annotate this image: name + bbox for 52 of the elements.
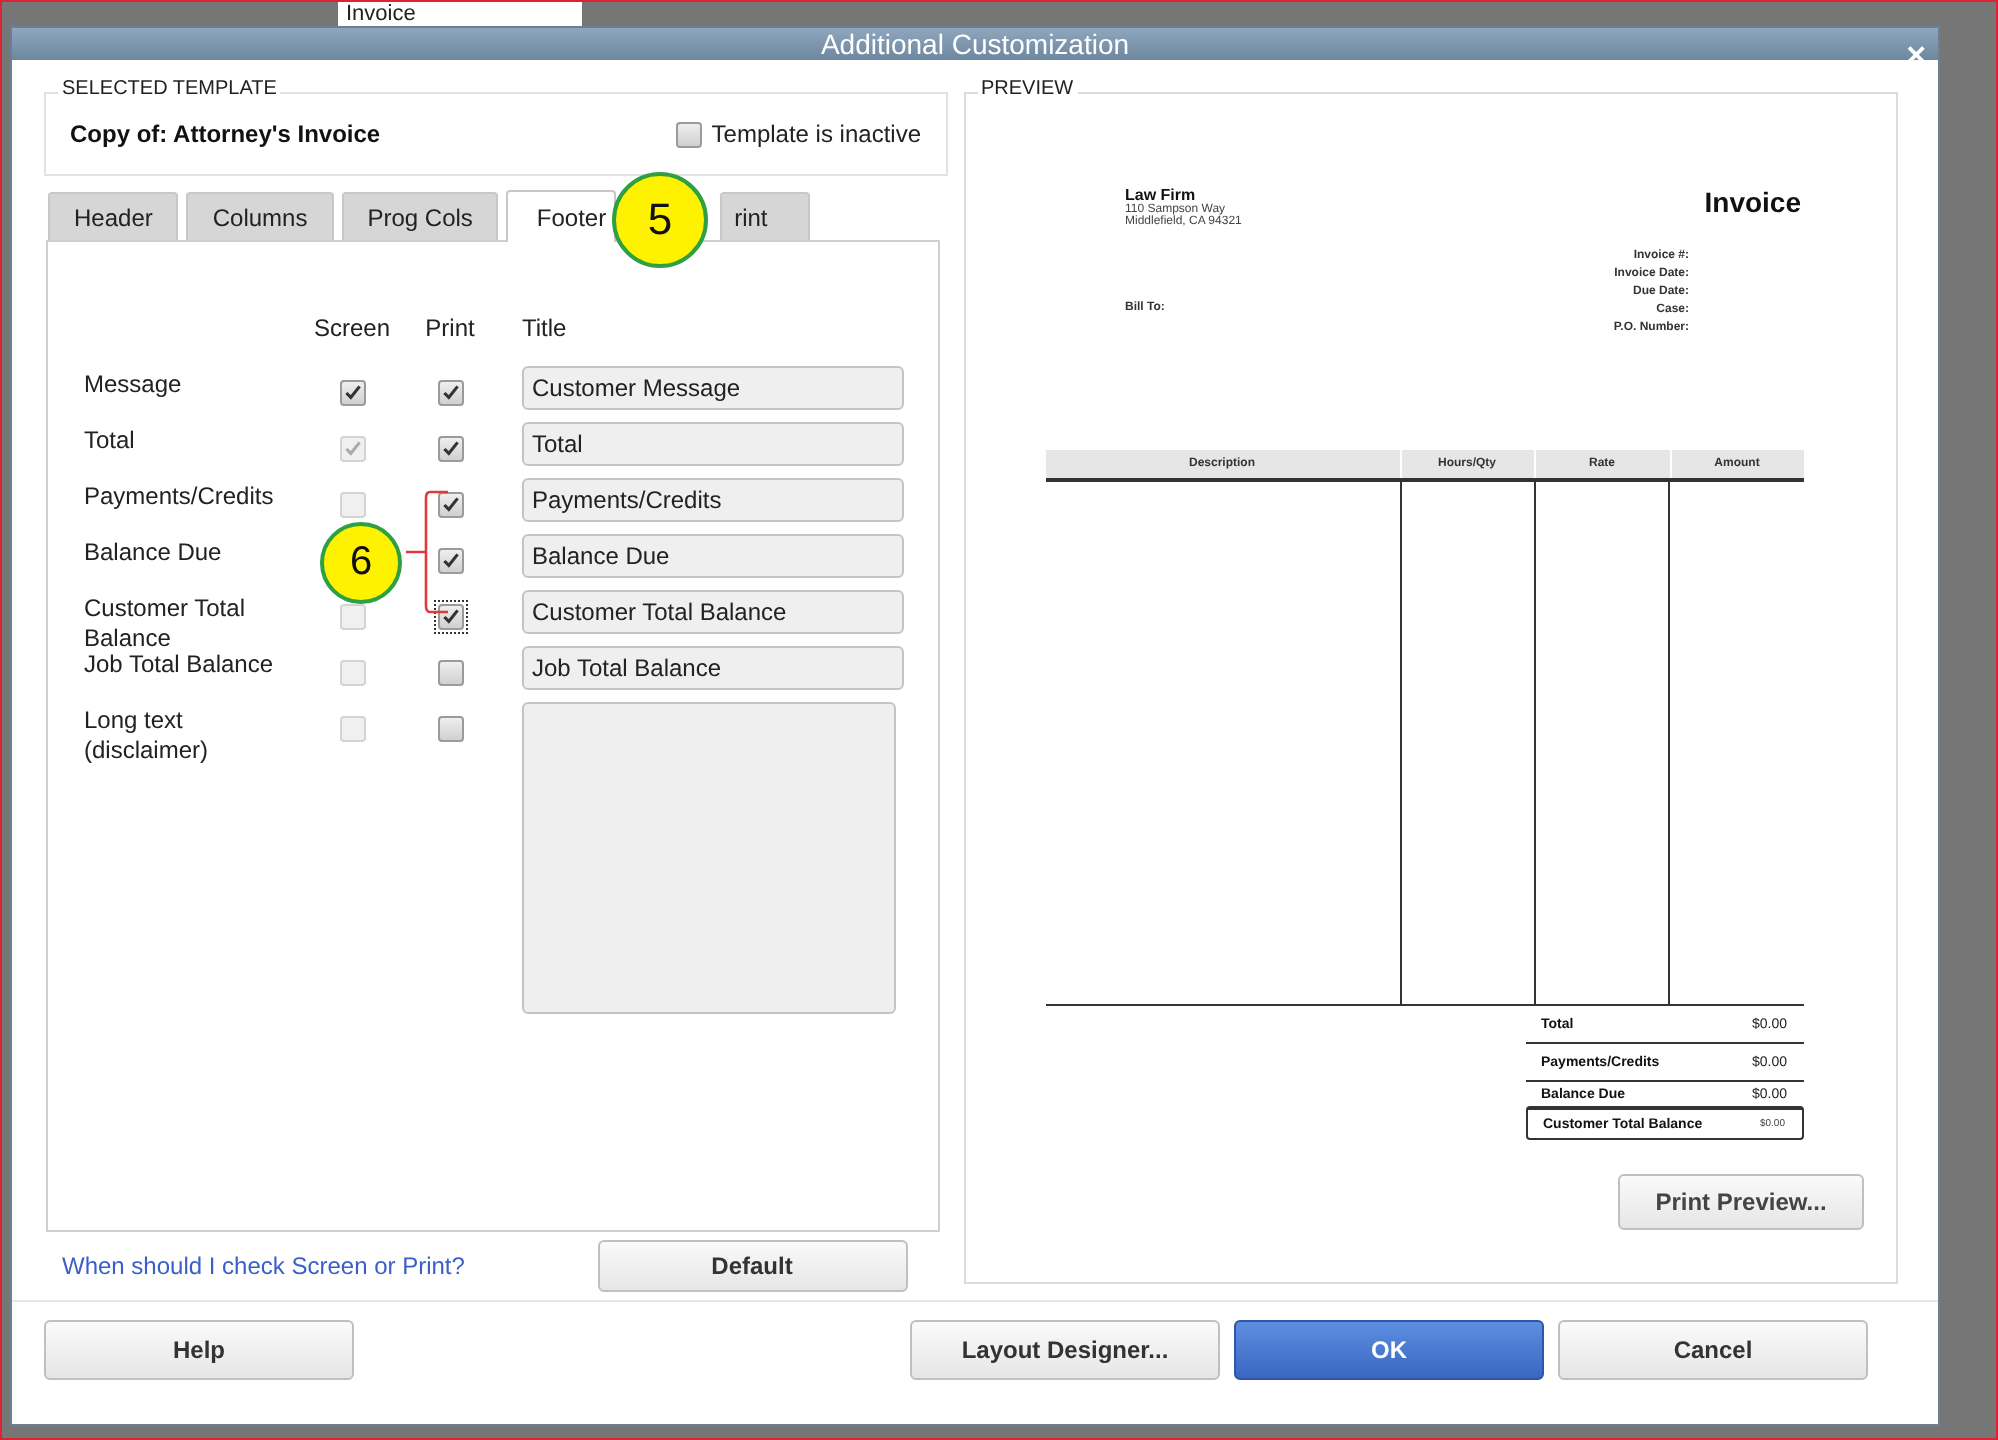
dialog-button[interactable]: Cancel [1558, 1320, 1868, 1380]
tab[interactable]: Columns [186, 192, 334, 240]
title-field[interactable]: Payments/Credits [522, 478, 904, 522]
check-icon [439, 550, 461, 572]
text-area[interactable] [522, 702, 896, 1014]
tab[interactable]: Header [48, 192, 179, 240]
row-label: Total [84, 424, 137, 456]
checkbox[interactable] [433, 712, 467, 746]
section-label: PREVIEW [977, 78, 1078, 100]
window-title: Additional Customization [820, 28, 1130, 60]
tab[interactable]: Prog Cols [341, 192, 499, 240]
check-icon [439, 494, 461, 516]
row-label: Balance Due [84, 536, 224, 568]
section-label: SELECTED TEMPLATE [58, 78, 281, 100]
checkbox[interactable] [433, 488, 467, 522]
row-label: Job Total Balance [84, 648, 276, 680]
column-heading: Screen [311, 314, 393, 346]
template-name: Copy of: Attorney's Invoice [70, 120, 381, 148]
title-field[interactable]: Customer Message [522, 366, 904, 410]
title-field[interactable]: Job Total Balance [522, 646, 904, 690]
ok-button[interactable]: OK [1234, 1320, 1544, 1380]
tab[interactable]: rint [720, 192, 810, 240]
check-icon [439, 382, 461, 404]
checkbox[interactable] [675, 121, 702, 147]
row-label: Payments/Credits [84, 480, 276, 512]
invoice-field: Invoice [338, 2, 582, 26]
checkbox-label: Template is inactive [711, 120, 921, 148]
help-link[interactable]: When should I check Screen or Print? [62, 1252, 465, 1280]
title-field[interactable]: Customer Total Balance [522, 590, 904, 634]
dialog-button[interactable]: Layout Designer... [910, 1320, 1220, 1380]
print-preview-button[interactable]: Print Preview... [1618, 1174, 1864, 1230]
checkbox[interactable] [433, 376, 467, 410]
company-name: Law Firm [1125, 186, 1196, 204]
check-icon [439, 606, 461, 628]
row-label: Message [84, 368, 184, 400]
check-icon [439, 438, 461, 460]
tab[interactable]: Footer [506, 190, 617, 242]
checkbox[interactable] [433, 600, 467, 634]
title-field[interactable]: Balance Due [522, 534, 904, 578]
default-button[interactable]: Default [597, 1240, 907, 1292]
checkbox[interactable] [433, 656, 467, 690]
document-title: Invoice [1704, 186, 1801, 222]
checkbox[interactable] [433, 432, 467, 466]
bracket-line [406, 490, 450, 614]
checkbox[interactable] [433, 544, 467, 578]
column-heading: Title [520, 314, 569, 346]
checkbox[interactable] [339, 380, 365, 406]
dialog-button[interactable]: Help [44, 1320, 354, 1380]
row-label: Long text (disclaimer) [84, 704, 211, 766]
row-label: Customer Total Balance [84, 592, 247, 654]
column-heading: Print [423, 314, 477, 346]
title-field[interactable]: Total [522, 422, 904, 466]
